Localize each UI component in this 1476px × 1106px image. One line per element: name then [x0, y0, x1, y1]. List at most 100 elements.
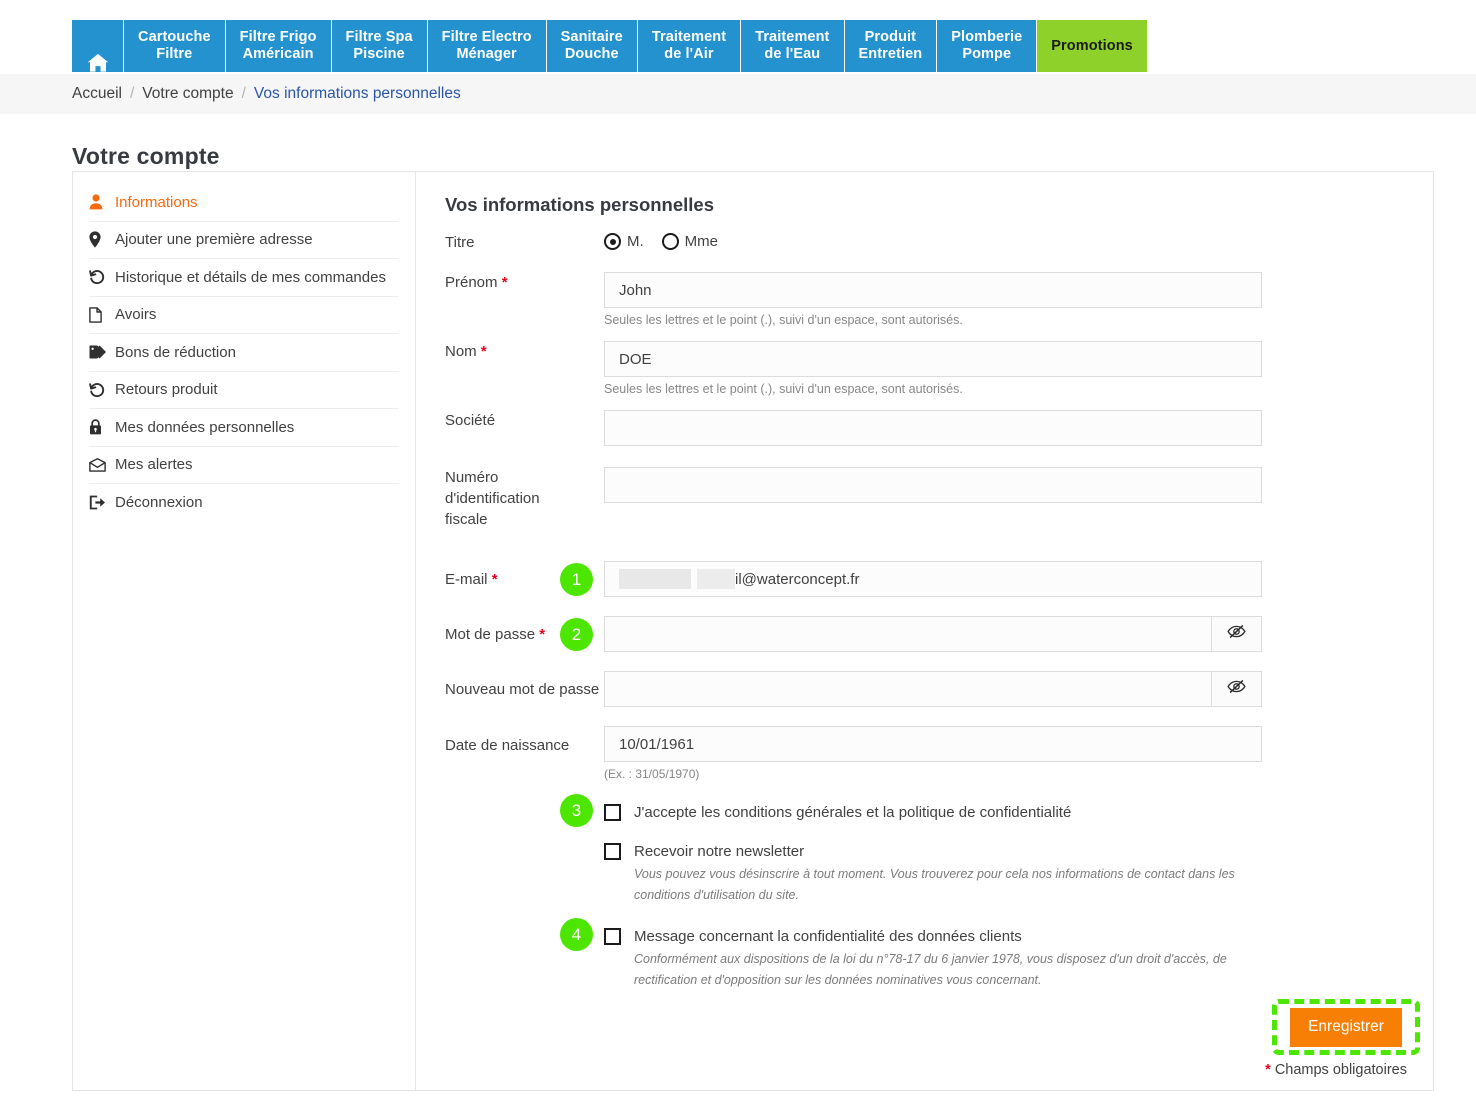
- account-card: Informations Ajouter une première adress…: [72, 171, 1434, 1091]
- nav-item-7[interactable]: Produit Entretien: [844, 20, 938, 72]
- eye-slash-icon: [1227, 679, 1246, 699]
- user-icon: [89, 194, 115, 210]
- nav-item-home[interactable]: [72, 20, 124, 72]
- sidebar-item-label: Avoirs: [115, 306, 157, 324]
- breadcrumb-separator: /: [241, 85, 246, 102]
- sidebar-item-label: Historique et détails de mes commandes: [115, 268, 386, 286]
- nav-item-6[interactable]: Traitement de l'Eau: [741, 20, 845, 72]
- nav-item-1[interactable]: Filtre Frigo Américain: [225, 20, 332, 72]
- nav-item-5[interactable]: Traitement de l'Air: [637, 20, 742, 72]
- breadcrumb-item-current: Vos informations personnelles: [253, 85, 461, 102]
- required-fields-note: * Champs obligatoires: [1265, 1062, 1407, 1078]
- required-marker: *: [480, 343, 487, 360]
- breadcrumb-item-home[interactable]: Accueil: [72, 85, 122, 103]
- field-row-lastname: Nom * Seules les lettres et le point (.)…: [432, 341, 1407, 396]
- field-label-new-password: Nouveau mot de passe: [445, 680, 600, 698]
- field-help-lastname: Seules les lettres et le point (.), suiv…: [604, 382, 963, 396]
- terms-checkbox[interactable]: [604, 804, 621, 821]
- radio-circle-m: [604, 233, 621, 250]
- nav-item-0[interactable]: Cartouche Filtre: [124, 20, 226, 72]
- sidebar-item-label: Ajouter une première adresse: [115, 231, 313, 249]
- sidebar-item-label: Déconnexion: [115, 494, 203, 512]
- nav-item-8[interactable]: Plomberie Pompe: [937, 20, 1038, 72]
- sidebar-item-label: Informations: [115, 193, 198, 211]
- home-icon: [87, 36, 109, 72]
- form-title: Vos informations personnelles: [445, 194, 714, 215]
- envelope-icon: [89, 457, 115, 472]
- password-input-group: [604, 616, 1262, 652]
- field-label-tax-id: Numéro d'identification fiscale: [445, 469, 540, 528]
- sidebar-item-personal-data[interactable]: Mes données personnelles: [89, 409, 399, 447]
- save-button[interactable]: Enregistrer: [1290, 1007, 1402, 1047]
- field-label-firstname: Prénom *: [432, 272, 604, 293]
- sidebar-item-add-address[interactable]: Ajouter une première adresse: [89, 222, 399, 259]
- step-badge-3: 3: [560, 794, 593, 827]
- sidebar-item-order-history[interactable]: Historique et détails de mes commandes: [89, 259, 399, 297]
- password-toggle-button[interactable]: [1211, 616, 1262, 652]
- breadcrumb: Accueil / Votre compte / Vos information…: [0, 74, 1476, 114]
- field-help-firstname: Seules les lettres et le point (.), suiv…: [604, 313, 963, 327]
- field-row-firstname: Prénom * Seules les lettres et le point …: [432, 272, 1407, 327]
- page-title: Votre compte: [72, 143, 220, 170]
- field-label-title: Titre: [445, 234, 475, 251]
- radio-option-mme[interactable]: Mme: [661, 233, 718, 250]
- birthdate-input[interactable]: [604, 726, 1262, 762]
- tag-icon: [89, 345, 115, 360]
- field-row-email: E-mail * 1 il@waterconcept.fr: [432, 561, 1407, 597]
- field-row-birthdate: Date de naissance (Ex. : 31/05/1970): [432, 726, 1407, 781]
- field-label-text: E-mail: [445, 570, 488, 588]
- history-icon: [89, 269, 115, 285]
- sidebar-item-signout[interactable]: Déconnexion: [89, 484, 399, 522]
- breadcrumb-separator: /: [129, 85, 135, 102]
- privacy-checkbox-label: Message concernant la confidentialité de…: [634, 928, 1022, 945]
- personal-info-form: Vos informations personnelles Titre M. M…: [416, 172, 1433, 1090]
- step-badge-2: 2: [560, 618, 593, 651]
- page-root: Cartouche Filtre Filtre Frigo Américain …: [0, 0, 1476, 1106]
- required-marker: *: [539, 625, 546, 643]
- company-input[interactable]: [604, 410, 1262, 446]
- undo-icon: [89, 382, 115, 398]
- account-sidebar: Informations Ajouter une première adress…: [73, 172, 415, 1090]
- newsletter-checkbox-label: Recevoir notre newsletter: [634, 843, 805, 860]
- sidebar-item-informations[interactable]: Informations: [89, 184, 399, 222]
- terms-checkbox-label: J'accepte les conditions générales et la…: [634, 804, 1072, 821]
- field-label-lastname: Nom *: [432, 341, 604, 362]
- field-row-password: Mot de passe * 2: [432, 616, 1407, 652]
- eye-slash-icon: [1227, 624, 1246, 644]
- nav-item-promotions[interactable]: Promotions: [1037, 20, 1147, 72]
- lock-icon: [89, 419, 115, 435]
- firstname-input[interactable]: [604, 272, 1262, 308]
- step-badge-1: 1: [560, 563, 593, 596]
- lastname-input[interactable]: [604, 341, 1262, 377]
- title-radio-group: M. Mme: [604, 232, 1407, 250]
- nav-item-2[interactable]: Filtre Spa Piscine: [331, 20, 428, 72]
- sidebar-item-alerts[interactable]: Mes alertes: [89, 447, 399, 484]
- required-marker: *: [501, 274, 508, 291]
- required-marker: *: [491, 570, 498, 588]
- email-visible-text: il@waterconcept.fr: [735, 570, 860, 588]
- signout-icon: [89, 495, 115, 510]
- email-input[interactable]: il@waterconcept.fr: [604, 561, 1262, 597]
- sidebar-item-credit-slips[interactable]: Avoirs: [89, 297, 399, 334]
- password-input[interactable]: [604, 616, 1211, 652]
- newsletter-checkbox[interactable]: [604, 843, 621, 860]
- new-password-input[interactable]: [604, 671, 1211, 707]
- sidebar-item-label: Bons de réduction: [115, 343, 236, 361]
- tax-id-input[interactable]: [604, 467, 1262, 503]
- sidebar-item-label: Retours produit: [115, 381, 218, 399]
- field-row-new-password: Nouveau mot de passe: [432, 671, 1407, 707]
- nav-item-3[interactable]: Filtre Electro Ménager: [427, 20, 547, 72]
- new-password-toggle-button[interactable]: [1211, 671, 1262, 707]
- field-label-text: Mot de passe: [445, 625, 536, 643]
- radio-option-m[interactable]: M.: [604, 233, 644, 250]
- field-row-tax-id: Numéro d'identification fiscale: [432, 467, 1407, 530]
- radio-circle-mme: [661, 233, 679, 250]
- breadcrumb-item-account[interactable]: Votre compte: [142, 85, 233, 103]
- file-icon: [89, 306, 115, 323]
- sidebar-item-vouchers[interactable]: Bons de réduction: [89, 334, 399, 372]
- submit-highlight-box: Enregistrer: [1272, 999, 1420, 1055]
- nav-item-4[interactable]: Sanitaire Douche: [546, 20, 638, 72]
- privacy-checkbox[interactable]: [604, 928, 621, 945]
- sidebar-item-merchandise-returns[interactable]: Retours produit: [89, 372, 399, 409]
- step-badge-4: 4: [560, 918, 593, 951]
